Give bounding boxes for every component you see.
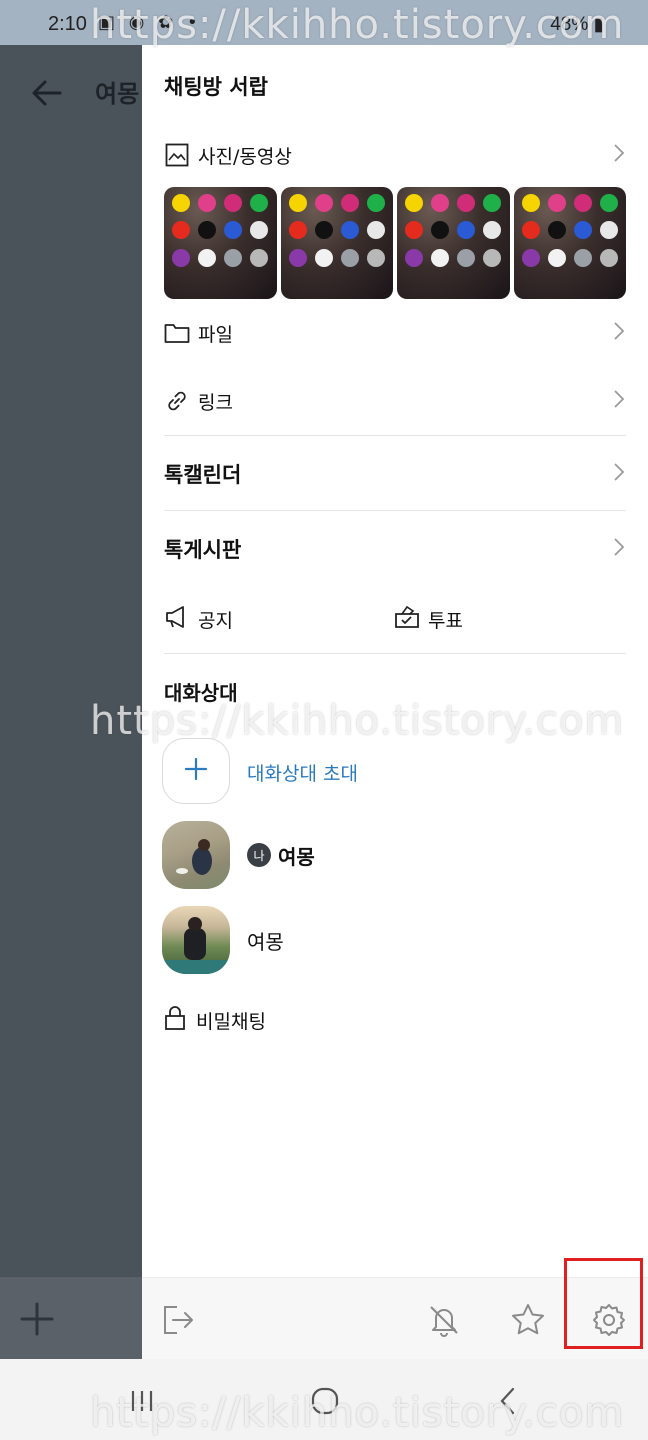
ballot-box-icon bbox=[394, 604, 420, 634]
divider bbox=[164, 510, 626, 511]
board-row[interactable]: 톡게시판 bbox=[164, 532, 626, 566]
vote-button[interactable]: 투표 bbox=[394, 604, 463, 634]
image-icon bbox=[164, 142, 190, 168]
media-thumbnail[interactable] bbox=[397, 187, 510, 299]
chevron-right-icon bbox=[612, 142, 626, 168]
files-row[interactable]: 파일 bbox=[164, 317, 626, 349]
star-icon[interactable] bbox=[508, 1300, 548, 1340]
media-thumbnail[interactable] bbox=[513, 187, 626, 299]
watermark: https://kkihho.tistory.com bbox=[90, 2, 625, 48]
files-label: 파일 bbox=[198, 323, 233, 346]
secret-chat-label: 비밀채팅 bbox=[196, 1010, 266, 1033]
folder-icon bbox=[164, 320, 190, 346]
avatar[interactable] bbox=[162, 821, 230, 889]
media-thumbnails bbox=[164, 187, 626, 299]
media-thumbnail[interactable] bbox=[164, 187, 277, 299]
avatar[interactable] bbox=[162, 906, 230, 974]
thumbnail-app-grid bbox=[403, 191, 504, 297]
chevron-right-icon bbox=[612, 536, 626, 562]
links-row[interactable]: 링크 bbox=[164, 385, 626, 417]
vote-label: 투표 bbox=[428, 609, 463, 632]
chevron-right-icon bbox=[612, 320, 626, 346]
divider bbox=[164, 653, 626, 654]
lock-icon bbox=[164, 1005, 186, 1035]
media-thumbnail[interactable] bbox=[280, 187, 393, 299]
drawer-title: 채팅방 서랍 bbox=[164, 75, 268, 99]
watermark: https://kkihho.tistory.com bbox=[90, 698, 625, 744]
settings-highlight-box bbox=[564, 1258, 643, 1349]
media-row[interactable]: 사진/동영상 bbox=[164, 139, 626, 171]
member-item[interactable]: 여몽 bbox=[162, 906, 284, 974]
notice-label: 공지 bbox=[198, 609, 233, 632]
exit-icon[interactable] bbox=[158, 1300, 198, 1340]
calendar-row[interactable]: 톡캘린더 bbox=[164, 457, 626, 491]
mute-bell-icon[interactable] bbox=[424, 1300, 464, 1340]
thumbnail-app-grid bbox=[287, 191, 388, 297]
invite-button[interactable] bbox=[162, 738, 230, 804]
link-icon bbox=[164, 388, 190, 414]
member-name: 여몽 bbox=[247, 929, 284, 954]
thumbnail-app-grid bbox=[170, 191, 271, 297]
chevron-right-icon bbox=[612, 461, 626, 487]
invite-label[interactable]: 대화상대 초대 bbox=[247, 759, 358, 786]
links-label: 링크 bbox=[198, 391, 233, 414]
member-name: 여몽 bbox=[278, 844, 315, 869]
calendar-label: 톡캘린더 bbox=[164, 463, 242, 487]
background-chat-room[interactable] bbox=[0, 45, 142, 1277]
plus-icon[interactable] bbox=[20, 1302, 54, 1340]
status-time: 2:10 bbox=[48, 13, 87, 35]
media-label: 사진/동영상 bbox=[198, 145, 292, 168]
plus-icon bbox=[184, 757, 208, 785]
notice-button[interactable]: 공지 bbox=[164, 604, 233, 634]
megaphone-icon bbox=[164, 604, 190, 634]
me-badge: 나 bbox=[247, 843, 271, 867]
chevron-right-icon bbox=[612, 388, 626, 414]
secret-chat-row[interactable]: 비밀채팅 bbox=[164, 1005, 266, 1035]
member-item-me[interactable]: 나 여몽 bbox=[162, 821, 315, 889]
chat-room-title: 여몽 bbox=[95, 80, 140, 108]
watermark: https://kkihho.tistory.com bbox=[90, 1390, 625, 1436]
divider bbox=[164, 435, 626, 436]
thumbnail-app-grid bbox=[520, 191, 621, 297]
back-arrow-icon[interactable] bbox=[30, 76, 64, 114]
board-label: 톡게시판 bbox=[164, 538, 242, 562]
